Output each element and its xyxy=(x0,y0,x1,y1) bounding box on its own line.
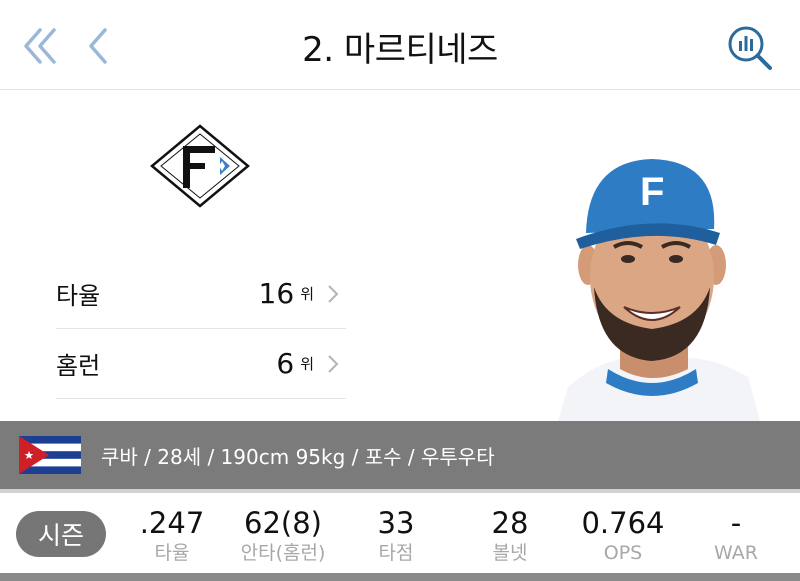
stat-value: .247 xyxy=(139,506,205,540)
stat-ops: 0.764 OPS xyxy=(563,505,683,565)
stat-label: OPS xyxy=(603,542,643,564)
rank-value: 6 xyxy=(276,347,295,380)
rank-unit: 위 xyxy=(300,285,314,303)
rank-unit: 위 xyxy=(300,355,314,373)
stat-label: 안타(홈런) xyxy=(240,542,326,564)
stats-search-button[interactable] xyxy=(724,22,776,74)
cuba-flag-icon xyxy=(19,436,81,474)
rank-value: 16 xyxy=(258,277,295,310)
stat-rbi: 33 타점 xyxy=(336,505,456,565)
season-button[interactable]: 시즌 xyxy=(16,511,106,557)
rank-row-home-runs[interactable]: 홈런 6 위 xyxy=(56,329,346,399)
stat-label: 타율 xyxy=(154,542,190,564)
rank-label: 타율 xyxy=(56,282,101,310)
stat-value: 33 xyxy=(377,506,415,540)
chevron-right-icon xyxy=(328,354,339,373)
svg-text:F: F xyxy=(640,170,664,214)
stat-label: 볼넷 xyxy=(492,542,528,564)
stat-value: 62(8) xyxy=(244,506,322,540)
app-header: 2. 마르티네즈 xyxy=(0,0,800,90)
page-title: 2. 마르티네즈 xyxy=(302,30,498,70)
team-logo xyxy=(150,124,250,208)
stat-value: 0.764 xyxy=(581,506,665,540)
stat-war: - WAR xyxy=(676,505,796,565)
rank-row-batting-average[interactable]: 타율 16 위 xyxy=(56,259,346,329)
stat-walks: 28 볼넷 xyxy=(450,505,570,565)
season-stats-bar: 시즌 .247 타율 62(8) 안타(홈런) 33 타점 28 볼넷 0.76… xyxy=(0,489,800,581)
stat-batting-average: .247 타율 xyxy=(112,505,232,565)
stat-hits-homeruns: 62(8) 안타(홈런) xyxy=(223,505,343,565)
chevron-right-icon xyxy=(328,284,339,303)
player-info-bar: 쿠바 / 28세 / 190cm 95kg / 포수 / 우투우타 xyxy=(0,421,800,489)
player-photo: F xyxy=(558,159,760,421)
player-info-text: 쿠바 / 28세 / 190cm 95kg / 포수 / 우투우타 xyxy=(101,444,495,469)
player-profile: 타율 16 위 홈런 6 위 F xyxy=(0,91,800,421)
rank-label: 홈런 xyxy=(56,352,101,380)
stat-label: WAR xyxy=(714,542,758,564)
chart-search-icon xyxy=(728,26,772,70)
stat-value: - xyxy=(730,506,742,540)
stat-value: 28 xyxy=(491,506,529,540)
stat-label: 타점 xyxy=(378,542,414,564)
